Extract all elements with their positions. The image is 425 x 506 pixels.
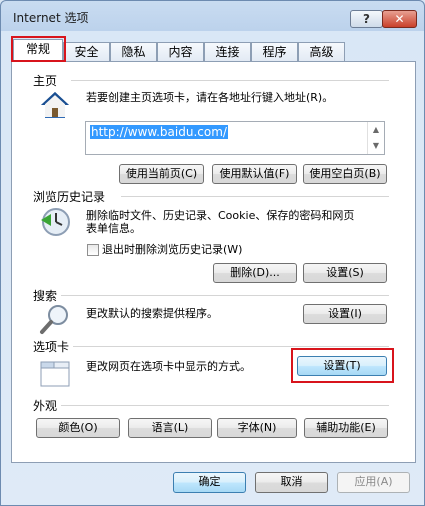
tabs-description: 更改网页在选项卡中显示的方式。	[86, 360, 251, 373]
divider	[121, 196, 389, 197]
divider	[61, 295, 389, 296]
tab-advanced[interactable]: 高级	[298, 42, 345, 61]
tab-privacy[interactable]: 隐私	[110, 42, 157, 61]
divider	[73, 346, 389, 347]
divider	[71, 80, 389, 81]
apply-button[interactable]: 应用(A)	[337, 472, 410, 493]
divider	[61, 405, 389, 406]
use-current-button[interactable]: 使用当前页(C)	[119, 164, 204, 184]
url-scrollbar[interactable]: ▲ ▼	[367, 122, 384, 154]
title-bar: Internet 选项 ? ✕	[1, 1, 424, 29]
search-description: 更改默认的搜索提供程序。	[86, 307, 218, 320]
tab-security[interactable]: 安全	[63, 42, 110, 61]
appearance-heading: 外观	[33, 397, 62, 414]
highlight-tab-general	[11, 36, 66, 62]
fonts-button[interactable]: 字体(N)	[217, 418, 297, 438]
history-description-line2: 表单信息。	[86, 222, 141, 235]
highlight-tabs-settings	[291, 348, 394, 383]
scroll-down-icon[interactable]: ▼	[368, 138, 384, 154]
homepage-url-input[interactable]: http://www.baidu.com/ ▲ ▼	[85, 121, 385, 155]
ok-button[interactable]: 确定	[173, 472, 246, 493]
window-title: Internet 选项	[13, 11, 89, 25]
history-settings-button[interactable]: 设置(S)	[303, 263, 387, 283]
history-clock-icon	[41, 208, 70, 236]
languages-button[interactable]: 语言(L)	[128, 418, 212, 438]
homepage-description: 若要创建主页选项卡，请在各地址行键入地址(R)。	[86, 91, 334, 104]
delete-on-exit-checkbox[interactable]	[87, 244, 99, 256]
homepage-heading: 主页	[33, 72, 62, 89]
close-button[interactable]: ✕	[382, 10, 417, 28]
cancel-button[interactable]: 取消	[255, 472, 328, 493]
delete-history-button[interactable]: 删除(D)...	[213, 263, 297, 283]
history-description-line1: 删除临时文件、历史记录、Cookie、保存的密码和网页	[86, 209, 355, 222]
tabs-icon	[40, 361, 70, 387]
accessibility-button[interactable]: 辅助功能(E)	[304, 418, 388, 438]
internet-options-window: Internet 选项 ? ✕ 常规 安全 隐私 内容 连接 程序 高级 主页 …	[0, 0, 425, 506]
tab-connections[interactable]: 连接	[204, 42, 251, 61]
tab-programs[interactable]: 程序	[251, 42, 298, 61]
tab-content[interactable]: 内容	[157, 42, 204, 61]
use-blank-button[interactable]: 使用空白页(B)	[303, 164, 387, 184]
delete-on-exit-label: 退出时删除浏览历史记录(W)	[102, 243, 243, 256]
tabs-heading: 选项卡	[33, 338, 74, 355]
magnifier-icon	[40, 305, 68, 334]
history-heading: 浏览历史记录	[33, 188, 110, 205]
use-default-button[interactable]: 使用默认值(F)	[212, 164, 297, 184]
colors-button[interactable]: 颜色(O)	[36, 418, 120, 438]
search-settings-button[interactable]: 设置(I)	[303, 304, 387, 324]
scroll-up-icon[interactable]: ▲	[368, 122, 384, 138]
help-button[interactable]: ?	[350, 10, 383, 28]
search-heading: 搜索	[33, 287, 62, 304]
homepage-url-text: http://www.baidu.com/	[90, 125, 228, 139]
house-icon	[41, 92, 69, 118]
